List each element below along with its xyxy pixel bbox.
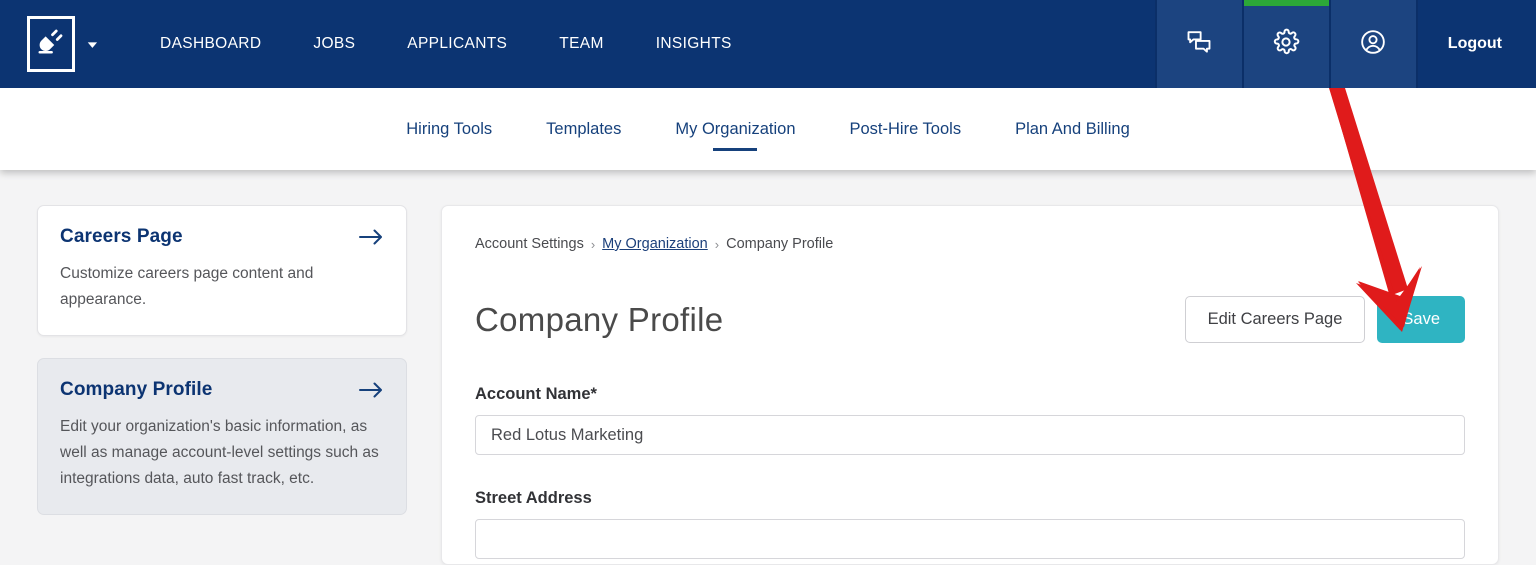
breadcrumb-separator: › xyxy=(714,236,720,252)
field-account-name: Account Name* xyxy=(475,385,1465,455)
panel-actions: Edit Careers Page Save xyxy=(1184,296,1465,343)
nav-item-team[interactable]: TEAM xyxy=(533,35,629,53)
breadcrumb-separator: › xyxy=(590,236,596,252)
logout-label: Logout xyxy=(1447,35,1502,52)
subnav-item-my-organization[interactable]: My Organization xyxy=(648,103,822,155)
account-name-input[interactable] xyxy=(475,415,1465,455)
subnav-item-hiring-tools[interactable]: Hiring Tools xyxy=(379,103,519,155)
company-profile-panel: Account Settings › My Organization › Com… xyxy=(441,205,1499,565)
sidebar-card-header: Careers Page xyxy=(60,226,384,248)
sidebar-card-description: Edit your organization's basic informati… xyxy=(60,418,379,487)
nav-item-jobs[interactable]: JOBS xyxy=(287,35,381,53)
account-button[interactable] xyxy=(1328,0,1416,88)
sidebar-card-title: Careers Page xyxy=(60,226,183,247)
primary-nav: DASHBOARD JOBS APPLICANTS TEAM INSIGHTS xyxy=(134,0,758,88)
active-indicator xyxy=(1243,0,1329,6)
nav-item-insights[interactable]: INSIGHTS xyxy=(630,35,758,53)
page-title: Company Profile xyxy=(475,300,724,338)
breadcrumb: Account Settings › My Organization › Com… xyxy=(475,236,1465,252)
secondary-nav: Hiring Tools Templates My Organization P… xyxy=(0,88,1536,170)
top-navigation-bar: ▾ DASHBOARD JOBS APPLICANTS TEAM INSIGHT… xyxy=(0,0,1536,88)
field-label: Account Name* xyxy=(475,385,597,403)
sidebar-card-header: Company Profile xyxy=(60,379,384,401)
edit-careers-page-button[interactable]: Edit Careers Page xyxy=(1184,296,1366,343)
chat-icon xyxy=(1185,28,1213,61)
breadcrumb-link-my-organization[interactable]: My Organization xyxy=(602,236,708,252)
street-address-input[interactable] xyxy=(475,519,1465,559)
field-street-address: Street Address xyxy=(475,489,1465,559)
account-icon xyxy=(1359,28,1387,61)
sidebar-card-company-profile[interactable]: Company Profile Edit your organization's… xyxy=(37,358,407,515)
nav-item-dashboard[interactable]: DASHBOARD xyxy=(134,35,287,53)
chevron-down-icon[interactable]: ▾ xyxy=(88,38,97,49)
settings-button[interactable] xyxy=(1241,0,1329,88)
subnav-item-templates[interactable]: Templates xyxy=(519,103,648,155)
save-button[interactable]: Save xyxy=(1377,296,1465,343)
arrow-right-icon[interactable] xyxy=(358,227,384,247)
arrow-right-icon[interactable] xyxy=(358,380,384,400)
subnav-item-plan-and-billing[interactable]: Plan And Billing xyxy=(988,103,1157,155)
subnav-item-post-hire-tools[interactable]: Post-Hire Tools xyxy=(823,103,989,155)
page-body: Careers Page Customize careers page cont… xyxy=(0,170,1536,565)
sidebar-card-title: Company Profile xyxy=(60,379,213,400)
nav-item-applicants[interactable]: APPLICANTS xyxy=(381,35,533,53)
breadcrumb-root[interactable]: Account Settings xyxy=(475,236,584,252)
settings-sidebar: Careers Page Customize careers page cont… xyxy=(37,205,407,537)
panel-title-row: Company Profile Edit Careers Page Save xyxy=(475,296,1465,343)
chat-button[interactable] xyxy=(1154,0,1242,88)
breadcrumb-current: Company Profile xyxy=(726,236,834,252)
sidebar-card-careers-page[interactable]: Careers Page Customize careers page cont… xyxy=(37,205,407,336)
gear-icon xyxy=(1272,28,1300,61)
logo-area[interactable]: ▾ xyxy=(0,0,97,88)
plug-logo-icon[interactable] xyxy=(27,16,75,72)
field-label: Street Address xyxy=(475,489,592,507)
sidebar-card-description: Customize careers page content and appea… xyxy=(60,265,314,308)
logout-button[interactable]: Logout xyxy=(1415,0,1536,88)
